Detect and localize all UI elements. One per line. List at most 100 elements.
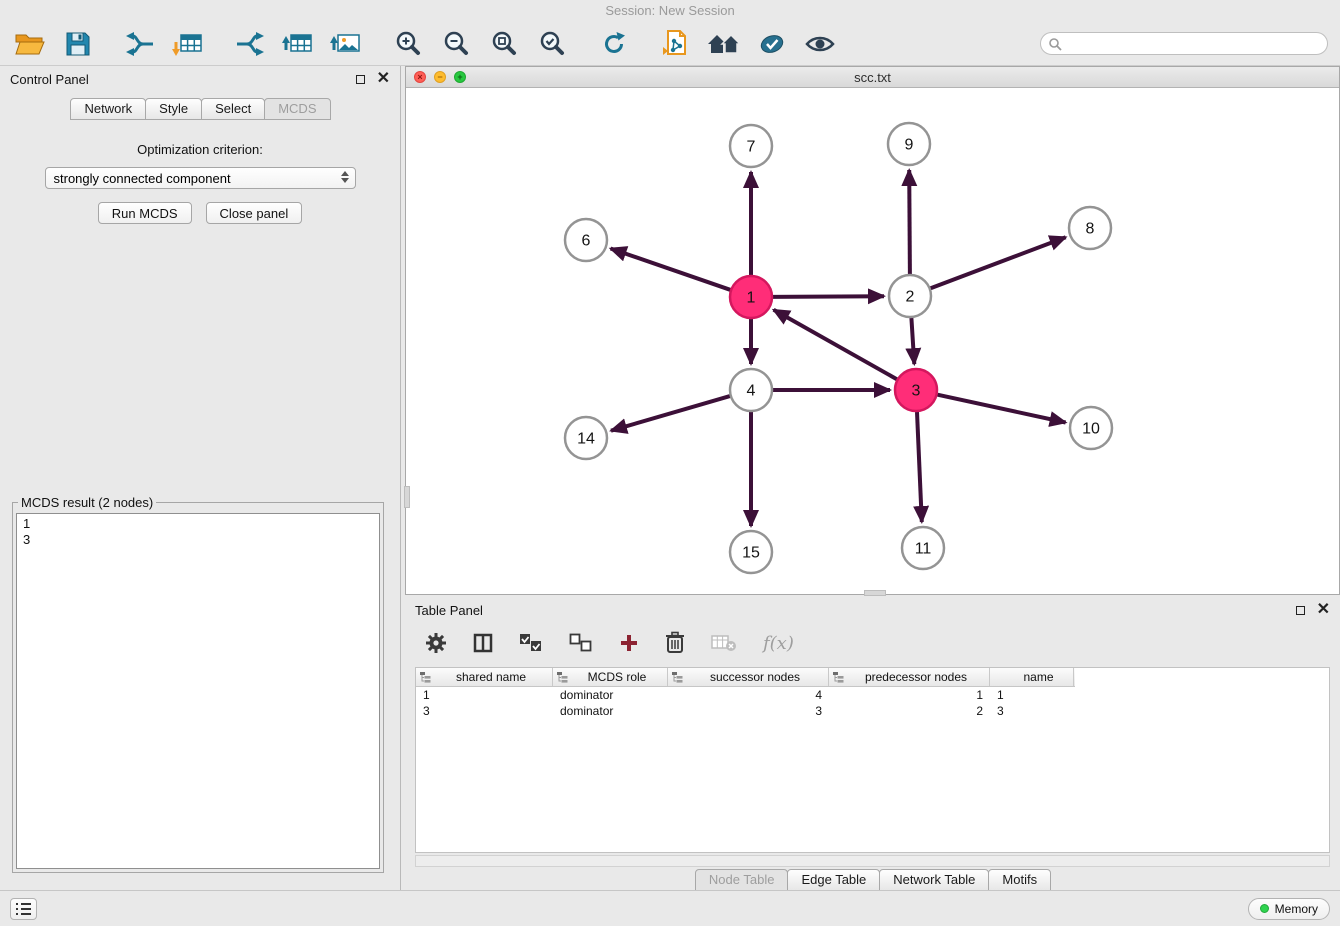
graph-node-10[interactable]: 10 (1070, 407, 1112, 449)
float-table-panel-icon[interactable] (1296, 606, 1305, 615)
apply-layout-icon (600, 30, 628, 58)
column-header-predecessor-nodes[interactable]: predecessor nodes (829, 668, 990, 686)
splitter-handle-vertical[interactable] (404, 486, 410, 508)
mcds-result-list[interactable]: 13 (16, 513, 380, 869)
apply-layout-button[interactable] (596, 26, 632, 62)
export-network-button[interactable] (232, 26, 268, 62)
graph-node-3[interactable]: 3 (895, 369, 937, 411)
graph-node-15[interactable]: 15 (730, 531, 772, 573)
zoom-fit-button[interactable] (486, 26, 522, 62)
export-table-button[interactable] (280, 26, 316, 62)
graph-node-4[interactable]: 4 (730, 369, 772, 411)
delete-column-button[interactable] (665, 631, 685, 655)
zoom-selected-button[interactable] (534, 26, 570, 62)
network-window-titlebar[interactable]: × − + scc.txt (406, 67, 1339, 88)
network-file-button[interactable] (658, 26, 694, 62)
network-view-window: × − + scc.txt 7 9 6 8 1 2 4 3 14 10 15 11 (405, 66, 1340, 595)
run-mcds-button[interactable]: Run MCDS (98, 202, 192, 224)
tab-select[interactable]: Select (201, 98, 265, 120)
open-button[interactable] (12, 26, 48, 62)
graph-node-14[interactable]: 14 (565, 417, 607, 459)
first-neighbors-button[interactable] (706, 26, 742, 62)
tab-style[interactable]: Style (145, 98, 202, 120)
zoom-in-button[interactable] (390, 26, 426, 62)
network-canvas[interactable]: 7 9 6 8 1 2 4 3 14 10 15 11 (406, 88, 1339, 594)
toolbar-group-layout (596, 26, 632, 62)
float-panel-icon[interactable] (356, 75, 365, 84)
table-cell[interactable]: 3 (990, 703, 1074, 719)
graph-edge-2-3[interactable] (911, 318, 914, 364)
import-network-button[interactable] (122, 26, 158, 62)
table-cell[interactable]: 3 (416, 703, 553, 719)
add-column-button[interactable] (619, 633, 639, 653)
graph-edge-4-14[interactable] (611, 396, 730, 431)
tab-network-table[interactable]: Network Table (879, 869, 989, 891)
unselect-all-columns-button[interactable] (569, 633, 593, 653)
export-image-button[interactable] (328, 26, 364, 62)
network-graph[interactable]: 7 9 6 8 1 2 4 3 14 10 15 11 (406, 88, 1339, 594)
graph-node-6[interactable]: 6 (565, 219, 607, 261)
tab-edge-table[interactable]: Edge Table (787, 869, 880, 891)
table-cell[interactable]: dominator (553, 703, 668, 719)
graph-node-7[interactable]: 7 (730, 125, 772, 167)
open-folder-icon (14, 31, 46, 57)
graph-edge-3-11[interactable] (917, 412, 922, 522)
function-builder-button[interactable]: f(x) (763, 633, 794, 654)
svg-text:7: 7 (747, 139, 756, 156)
tab-node-table[interactable]: Node Table (695, 869, 789, 891)
table-horizontal-scrollbar[interactable] (415, 855, 1330, 867)
delete-table-button[interactable] (711, 633, 737, 653)
graph-edge-2-8[interactable] (931, 237, 1066, 288)
graph-edge-2-9[interactable] (909, 170, 910, 274)
graph-edge-3-10[interactable] (938, 395, 1066, 423)
column-header-shared-name[interactable]: shared name (416, 668, 553, 686)
column-header-mcds-role[interactable]: MCDS role (553, 668, 668, 686)
criterion-select[interactable]: strongly connected component (45, 167, 356, 189)
minimize-window-icon[interactable]: − (434, 71, 446, 83)
graph-edge-1-2[interactable] (773, 296, 884, 297)
splitter-handle-horizontal[interactable] (864, 590, 886, 596)
table-cell[interactable]: 1 (990, 687, 1074, 703)
table-cell[interactable]: 2 (829, 703, 990, 719)
select-all-columns-button[interactable] (519, 633, 543, 653)
close-table-panel-icon[interactable]: ✕ (1317, 604, 1330, 616)
close-panel-icon[interactable]: ✕ (377, 73, 390, 85)
graph-node-8[interactable]: 8 (1069, 207, 1111, 249)
style-check-button[interactable] (754, 26, 790, 62)
task-history-button[interactable] (10, 898, 37, 920)
search-input[interactable] (1040, 32, 1328, 55)
tab-mcds[interactable]: MCDS (264, 98, 330, 120)
zoom-in-icon (394, 30, 422, 58)
table-cell[interactable]: dominator (553, 687, 668, 703)
plus-icon (619, 633, 639, 653)
save-button[interactable] (60, 26, 96, 62)
graph-node-9[interactable]: 9 (888, 123, 930, 165)
show-columns-button[interactable] (473, 633, 493, 653)
table-settings-button[interactable] (425, 632, 447, 654)
column-header-name[interactable]: name (990, 668, 1074, 686)
table-cell[interactable]: 4 (668, 687, 829, 703)
column-header-successor-nodes[interactable]: successor nodes (668, 668, 829, 686)
memory-button[interactable]: Memory (1248, 898, 1330, 920)
close-panel-button[interactable]: Close panel (206, 202, 303, 224)
tab-motifs[interactable]: Motifs (988, 869, 1051, 891)
zoom-window-icon[interactable]: + (454, 71, 466, 83)
svg-text:14: 14 (577, 431, 595, 448)
tab-network[interactable]: Network (70, 98, 146, 120)
application-window: Session: New Session (0, 0, 1340, 926)
graph-node-1[interactable]: 1 (730, 276, 772, 318)
graph-edge-3-1[interactable] (774, 310, 897, 379)
table-row[interactable]: 3dominator323 (416, 703, 1075, 719)
graph-node-2[interactable]: 2 (889, 275, 931, 317)
memory-status-icon (1260, 904, 1269, 913)
table-cell[interactable]: 1 (829, 687, 990, 703)
table-cell[interactable]: 1 (416, 687, 553, 703)
table-row[interactable]: 1dominator411 (416, 687, 1075, 703)
table-cell[interactable]: 3 (668, 703, 829, 719)
graph-edge-1-6[interactable] (611, 249, 731, 290)
show-hide-button[interactable] (802, 26, 838, 62)
import-table-button[interactable] (170, 26, 206, 62)
graph-node-11[interactable]: 11 (902, 527, 944, 569)
zoom-out-button[interactable] (438, 26, 474, 62)
close-window-icon[interactable]: × (414, 71, 426, 83)
